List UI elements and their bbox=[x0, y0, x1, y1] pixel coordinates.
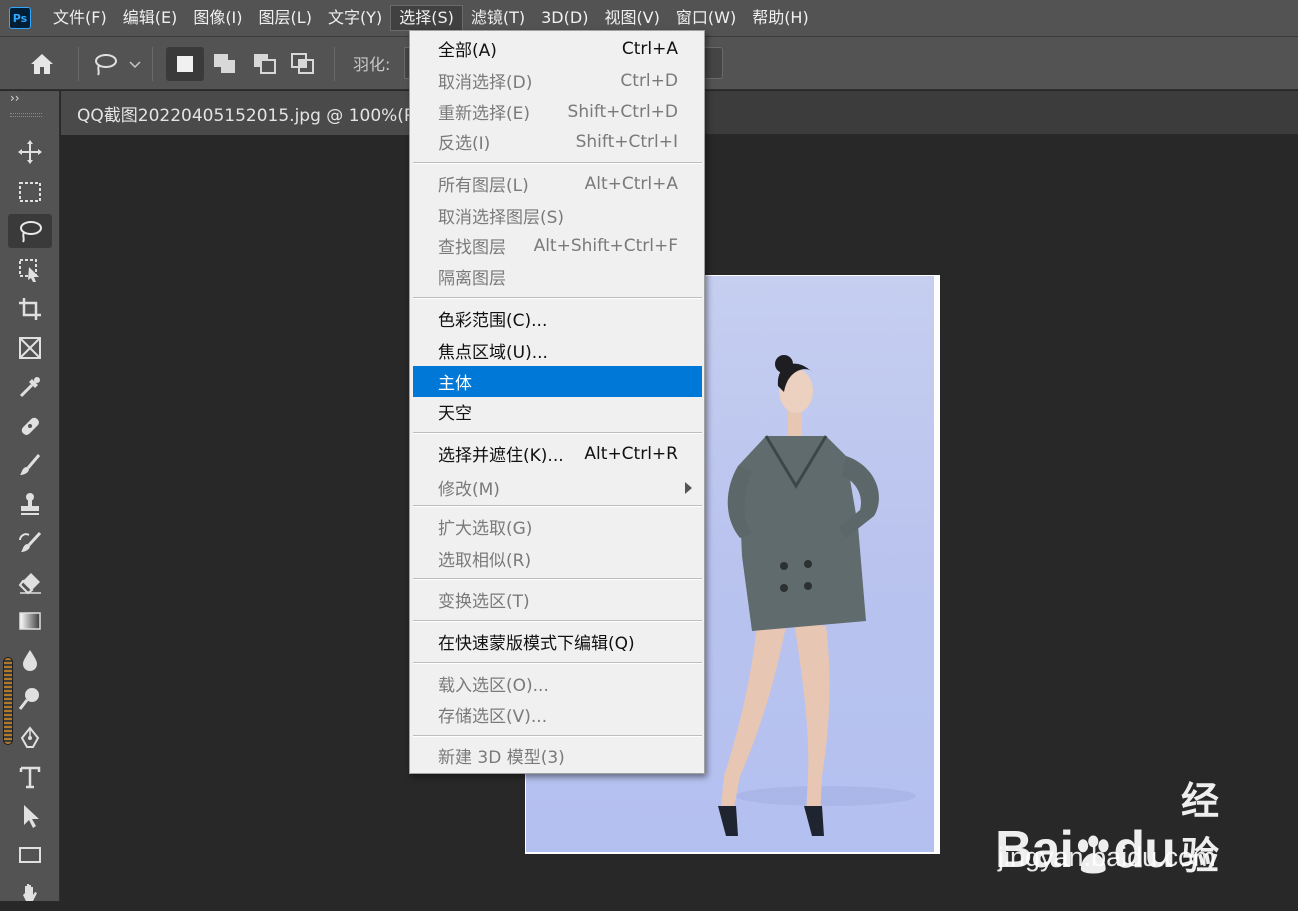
menu-item-quick-mask[interactable]: 在快速蒙版模式下编辑(Q) bbox=[413, 626, 702, 657]
brush-tool-icon[interactable] bbox=[8, 448, 52, 482]
menu-separator bbox=[413, 578, 702, 580]
intersect-selection-icon[interactable] bbox=[284, 47, 322, 81]
menu-view[interactable]: 视图(V) bbox=[596, 5, 667, 31]
menu-item-all-layers[interactable]: 所有图层(L) Alt+Ctrl+A bbox=[413, 168, 702, 199]
rectangle-tool-icon[interactable] bbox=[8, 838, 52, 872]
type-tool-icon[interactable] bbox=[8, 760, 52, 794]
eyedropper-tool-icon[interactable] bbox=[8, 370, 52, 404]
menu-item-select-all[interactable]: 全部(A) Ctrl+A bbox=[413, 33, 702, 64]
move-tool-icon[interactable] bbox=[8, 135, 52, 169]
menu-select[interactable]: 选择(S) bbox=[390, 5, 463, 31]
menu-3d[interactable]: 3D(D) bbox=[533, 5, 596, 31]
baidu-jingyan-watermark: Bai du 经验 jingyan.baidu.com bbox=[995, 760, 1235, 880]
home-icon[interactable] bbox=[22, 49, 62, 79]
menu-item-grow[interactable]: 扩大选取(G) bbox=[413, 511, 702, 542]
history-brush-tool-icon[interactable] bbox=[8, 526, 52, 560]
hand-tool-icon[interactable] bbox=[8, 877, 52, 911]
dodge-tool-icon[interactable] bbox=[8, 682, 52, 716]
menu-separator bbox=[413, 735, 702, 737]
rectangular-marquee-tool-icon[interactable] bbox=[8, 175, 52, 209]
menu-item-inverse[interactable]: 反选(I) Shift+Ctrl+I bbox=[413, 126, 702, 157]
menu-separator bbox=[413, 505, 702, 507]
tools-panel: ›› bbox=[0, 91, 60, 901]
feather-label: 羽化: bbox=[353, 55, 391, 74]
options-separator bbox=[78, 47, 79, 81]
submenu-arrow-icon bbox=[685, 481, 692, 494]
menu-separator bbox=[413, 432, 702, 434]
object-selection-tool-icon[interactable] bbox=[8, 253, 52, 287]
eraser-tool-icon[interactable] bbox=[8, 565, 52, 599]
lasso-icon[interactable] bbox=[88, 49, 122, 79]
menu-item-focus-area[interactable]: 焦点区域(U)... bbox=[413, 335, 702, 366]
menu-item-load-selection[interactable]: 载入选区(O)... bbox=[413, 668, 702, 699]
menu-separator bbox=[413, 620, 702, 622]
crop-tool-icon[interactable] bbox=[8, 292, 52, 326]
menu-item-find-layers[interactable]: 查找图层 Alt+Shift+Ctrl+F bbox=[413, 230, 702, 261]
toolbar-grip[interactable] bbox=[10, 113, 42, 117]
lasso-tool-icon[interactable] bbox=[8, 214, 52, 248]
menu-image[interactable]: 图像(I) bbox=[185, 5, 250, 31]
menu-help[interactable]: 帮助(H) bbox=[744, 5, 817, 31]
menu-item-reselect[interactable]: 重新选择(E) Shift+Ctrl+D bbox=[413, 96, 702, 127]
path-selection-tool-icon[interactable] bbox=[8, 799, 52, 833]
toolbar-scroll-indicator[interactable] bbox=[3, 657, 13, 745]
watermark-url: jingyan.baidu.com bbox=[998, 842, 1216, 872]
frame-tool-icon[interactable] bbox=[8, 331, 52, 365]
subtract-from-selection-icon[interactable] bbox=[246, 47, 284, 81]
menu-filter[interactable]: 滤镜(T) bbox=[463, 5, 533, 31]
menu-window[interactable]: 窗口(W) bbox=[668, 5, 744, 31]
select-menu-dropdown: 全部(A) Ctrl+A 取消选择(D) Ctrl+D 重新选择(E) Shift+C… bbox=[409, 30, 705, 774]
clone-stamp-tool-icon[interactable] bbox=[8, 487, 52, 521]
menu-separator bbox=[413, 162, 702, 164]
options-separator bbox=[152, 47, 153, 81]
options-separator bbox=[334, 47, 335, 81]
menu-item-color-range[interactable]: 色彩范围(C)... bbox=[413, 303, 702, 334]
menu-item-deselect-layers[interactable]: 取消选择图层(S) bbox=[413, 200, 702, 231]
chevron-down-icon[interactable] bbox=[126, 57, 144, 73]
new-selection-icon[interactable] bbox=[166, 47, 204, 81]
menu-item-isolate-layers[interactable]: 隔离图层 bbox=[413, 261, 702, 292]
menu-item-similar[interactable]: 选取相似(R) bbox=[413, 543, 702, 574]
add-to-selection-icon[interactable] bbox=[206, 47, 244, 81]
menu-layer[interactable]: 图层(L) bbox=[251, 5, 320, 31]
pen-tool-icon[interactable] bbox=[8, 721, 52, 755]
menu-item-sky[interactable]: 天空 bbox=[413, 396, 702, 427]
menu-item-deselect[interactable]: 取消选择(D) Ctrl+D bbox=[413, 65, 702, 96]
photoshop-logo-icon[interactable]: Ps bbox=[9, 7, 31, 29]
menu-item-select-and-mask[interactable]: 选择并遮住(K)... Alt+Ctrl+R bbox=[413, 438, 702, 469]
document-tab-title: QQ截图20220405152015.jpg @ 100%(RGB bbox=[77, 105, 441, 126]
menu-file[interactable]: 文件(F) bbox=[45, 5, 115, 31]
collapse-toolbar-button[interactable]: ›› bbox=[10, 91, 20, 105]
blur-tool-icon[interactable] bbox=[8, 643, 52, 677]
menu-item-modify[interactable]: 修改(M) bbox=[413, 472, 702, 503]
menu-separator bbox=[413, 297, 702, 299]
menu-edit[interactable]: 编辑(E) bbox=[115, 5, 186, 31]
menu-item-transform-selection[interactable]: 变换选区(T) bbox=[413, 584, 702, 615]
menu-type[interactable]: 文字(Y) bbox=[320, 5, 390, 31]
menu-separator bbox=[413, 662, 702, 664]
gradient-tool-icon[interactable] bbox=[8, 604, 52, 638]
menu-item-subject[interactable]: 主体 bbox=[413, 366, 702, 397]
healing-brush-tool-icon[interactable] bbox=[8, 409, 52, 443]
menu-item-save-selection[interactable]: 存储选区(V)... bbox=[413, 699, 702, 730]
menu-item-new-3d-model[interactable]: 新建 3D 模型(3) bbox=[413, 740, 702, 771]
